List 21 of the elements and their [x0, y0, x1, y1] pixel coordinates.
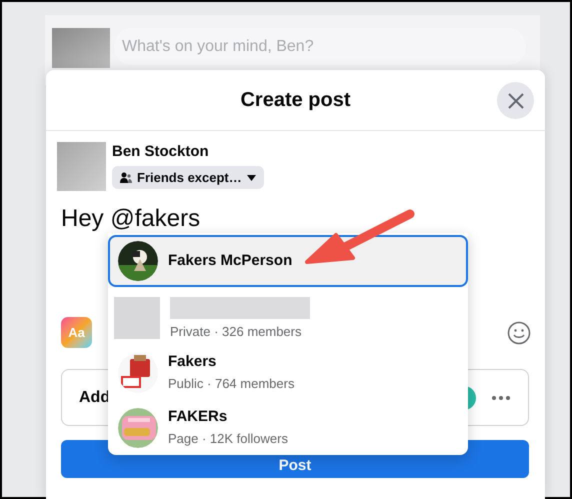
avatar	[114, 297, 160, 340]
suggestion-detail: Public · 764 members	[168, 376, 294, 392]
author-name: Ben Stockton	[112, 142, 210, 162]
suggestion-name: Fakers McPerson	[168, 252, 292, 270]
suggestion-item[interactable]: Fakers Public · 764 members	[108, 346, 468, 400]
suggestion-name: Fakers	[168, 353, 218, 372]
suggestion-name: FAKERs	[168, 408, 228, 426]
close-button[interactable]	[497, 82, 534, 119]
more-icon[interactable]	[492, 396, 510, 400]
post-text[interactable]: Hey @fakers	[61, 204, 545, 234]
suggestion-item[interactable]: Fakers McPerson	[108, 235, 468, 287]
dialog-title: Create post	[240, 88, 351, 113]
suggestion-detail: Private · 326 members	[170, 324, 302, 340]
avatar	[57, 142, 106, 191]
close-icon	[508, 92, 524, 108]
avatar	[52, 28, 110, 68]
audience-button[interactable]: Friends except…	[112, 166, 264, 189]
people-icon	[120, 172, 132, 183]
caret-icon	[246, 174, 256, 180]
suggestion-item[interactable]: Private · 326 members	[108, 290, 468, 346]
emoji-icon[interactable]	[507, 320, 531, 344]
